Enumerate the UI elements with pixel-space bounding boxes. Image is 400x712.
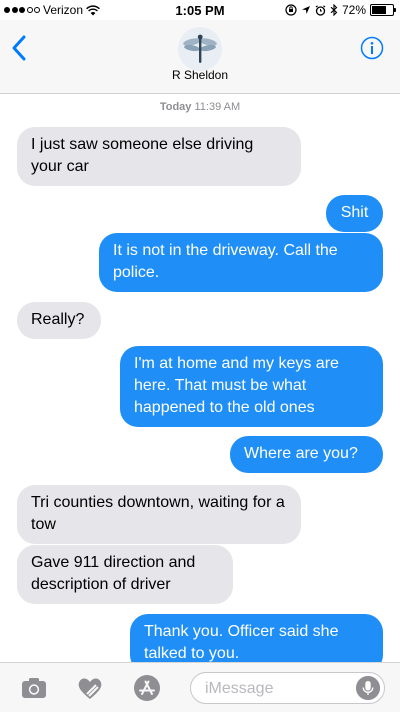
message-bubble-incoming[interactable]: Tri counties downtown, waiting for a tow <box>17 485 301 544</box>
conversation-timestamp: Today 11:39 AM <box>0 101 400 113</box>
message-bubble-outgoing[interactable]: Where are you? <box>230 436 383 473</box>
info-icon[interactable] <box>360 36 384 60</box>
location-arrow-icon <box>301 6 310 14</box>
timestamp-day: Today <box>159 101 192 113</box>
timestamp-time: 11:39 AM <box>194 101 241 113</box>
message-input[interactable] <box>203 677 347 701</box>
message-bubble-incoming[interactable]: I just saw someone else driving your car <box>17 127 301 186</box>
status-right: 72% <box>285 3 396 17</box>
message-bubble-outgoing[interactable]: I'm at home and my keys are here. That m… <box>120 346 383 427</box>
battery-icon <box>370 4 396 16</box>
message-input-field[interactable] <box>190 672 385 704</box>
message-bubble-incoming[interactable]: Really? <box>17 302 101 339</box>
digital-touch-heart-icon[interactable] <box>76 674 104 702</box>
camera-icon[interactable] <box>20 674 48 702</box>
conversation-header: R Sheldon <box>0 20 400 94</box>
message-composer-bar <box>0 662 400 712</box>
message-bubble-outgoing[interactable]: Shit <box>326 195 383 232</box>
status-bar: Verizon 1:05 PM 72% <box>0 0 400 20</box>
battery-percent: 72% <box>341 3 366 17</box>
app-store-icon[interactable] <box>133 674 161 702</box>
microphone-icon[interactable] <box>356 676 380 700</box>
lock-rotation-icon <box>285 4 297 16</box>
message-bubble-incoming[interactable]: Gave 911 direction and description of dr… <box>17 545 233 604</box>
message-bubble-outgoing[interactable]: It is not in the driveway. Call the poli… <box>99 233 383 292</box>
dragonfly-avatar[interactable] <box>178 27 222 71</box>
chevron-left-icon[interactable] <box>8 34 32 62</box>
bluetooth-icon <box>330 4 338 16</box>
contact-name[interactable]: R Sheldon <box>0 68 400 82</box>
alarm-icon <box>315 4 326 16</box>
